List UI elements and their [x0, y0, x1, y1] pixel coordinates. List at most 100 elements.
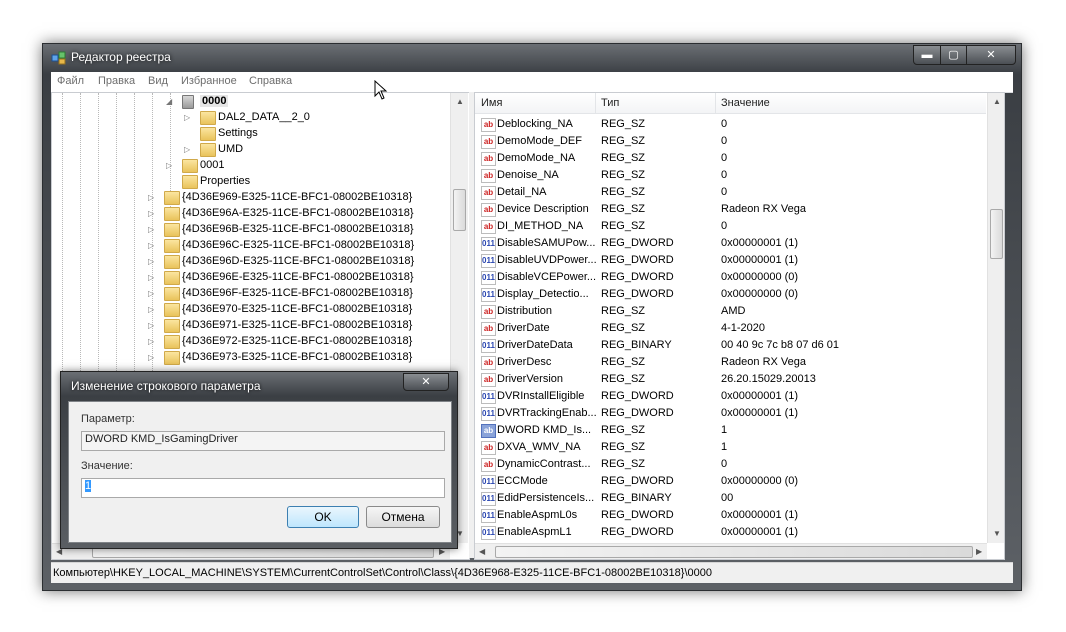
expand-arrow-icon[interactable]: ▷	[166, 161, 174, 170]
value-row[interactable]: 011 EnableAspmL0s REG_DWORD 0x00000001 (1)	[475, 507, 986, 524]
title-bar[interactable]: Редактор реестра ▬ ▢ ✕	[43, 44, 1021, 72]
value-row[interactable]: 011 EnableAspmL1 REG_DWORD 0x00000001 (1)	[475, 524, 986, 541]
dialog-close-button[interactable]: ✕	[403, 373, 449, 391]
value-data: 0	[721, 152, 728, 164]
value-row[interactable]: 011 Display_Detectio... REG_DWORD 0x0000000…	[475, 286, 986, 303]
scroll-left-arrow-icon[interactable]: ◀	[479, 547, 485, 556]
value-data-text: 1	[85, 480, 92, 492]
ok-button[interactable]: OK	[287, 506, 359, 528]
dialog-title: Изменение строкового параметра	[71, 379, 261, 393]
list-scroll-thumb[interactable]	[990, 209, 1003, 259]
expand-arrow-icon[interactable]: ▷	[148, 225, 156, 234]
value-type: REG_DWORD	[601, 271, 674, 283]
value-data: 0	[721, 135, 728, 147]
status-bar: Компьютер\HKEY_LOCAL_MACHINE\SYSTEM\Curr…	[51, 562, 1013, 583]
value-row[interactable]: 011 DriverDateData REG_BINARY 00 40 9c 7c b…	[475, 337, 986, 354]
close-button[interactable]: ✕	[966, 45, 1016, 65]
scroll-up-arrow-icon[interactable]: ▲	[993, 97, 1001, 106]
value-row[interactable]: 011 DVRInstallEligible REG_DWORD 0x00000001…	[475, 388, 986, 405]
tree-item-label: 0001	[200, 159, 225, 171]
regedit-icon	[51, 51, 66, 65]
value-data: 0x00000001 (1)	[721, 526, 799, 538]
value-row[interactable]: ab Distribution REG_SZ AMD	[475, 303, 986, 320]
value-name: DriverDateData	[497, 339, 573, 351]
value-data: 0	[721, 220, 728, 232]
value-row[interactable]: ab Detail_NA REG_SZ 0	[475, 184, 986, 201]
list-horizontal-scrollbar[interactable]: ◀ ▶	[475, 543, 987, 559]
scroll-up-arrow-icon[interactable]: ▲	[456, 97, 464, 106]
status-path: Компьютер\HKEY_LOCAL_MACHINE\SYSTEM\Curr…	[53, 567, 712, 579]
value-row[interactable]: 011 EdidPersistenceIs... REG_BINARY 00	[475, 490, 986, 507]
maximize-button[interactable]: ▢	[940, 45, 967, 65]
menu-help[interactable]: Справка	[249, 75, 292, 87]
value-row[interactable]: 011 DisableSAMUPow... REG_DWORD 0x00000001 …	[475, 235, 986, 252]
value-row[interactable]: ab DriverVersion REG_SZ 26.20.15029.20013	[475, 371, 986, 388]
expand-arrow-icon[interactable]: ▷	[148, 273, 156, 282]
expand-arrow-icon[interactable]: ▷	[148, 257, 156, 266]
column-divider[interactable]	[595, 93, 596, 113]
list-vertical-scrollbar[interactable]: ▲ ▼	[987, 93, 1004, 543]
value-row[interactable]: ab DriverDate REG_SZ 4-1-2020	[475, 320, 986, 337]
value-name: DI_METHOD_NA	[497, 220, 584, 232]
column-divider[interactable]	[715, 93, 716, 113]
menu-favorites[interactable]: Избранное	[181, 75, 237, 87]
expand-arrow-icon[interactable]: ▷	[148, 353, 156, 362]
value-row[interactable]: ab Denoise_NA REG_SZ 0	[475, 167, 986, 184]
expand-arrow-icon[interactable]: ▷	[184, 113, 192, 122]
expand-arrow-icon[interactable]: ▷	[184, 145, 192, 154]
tree-item-label: {4D36E971-E325-11CE-BFC1-08002BE10318}	[182, 319, 413, 331]
value-label: Значение:	[81, 460, 133, 472]
minimize-button[interactable]: ▬	[913, 45, 941, 65]
scroll-right-arrow-icon[interactable]: ▶	[976, 547, 982, 556]
value-type: REG_DWORD	[601, 509, 674, 521]
menu-file[interactable]: Файл	[57, 75, 84, 87]
string-value-icon: ab	[481, 373, 496, 387]
folder-icon	[200, 143, 216, 157]
tree-scroll-thumb[interactable]	[453, 189, 466, 231]
value-row[interactable]: 011 DisableVCEPower... REG_DWORD 0x00000000…	[475, 269, 986, 286]
menu-view[interactable]: Вид	[148, 75, 168, 87]
folder-icon	[182, 95, 194, 109]
collapse-arrow-icon[interactable]: ◢	[166, 97, 174, 106]
value-row[interactable]: ab DynamicContrast... REG_SZ 0	[475, 456, 986, 473]
expand-arrow-icon[interactable]: ▷	[148, 241, 156, 250]
value-row[interactable]: ab DriverDesc REG_SZ Radeon RX Vega	[475, 354, 986, 371]
folder-icon	[164, 255, 180, 269]
menu-bar: Файл Правка Вид Избранное Справка	[51, 72, 1013, 93]
tree-item-label: Properties	[200, 175, 251, 187]
folder-icon	[164, 287, 180, 301]
expand-arrow-icon[interactable]: ▷	[148, 337, 156, 346]
cancel-button[interactable]: Отмена	[366, 506, 440, 528]
value-data: 26.20.15029.20013	[721, 373, 816, 385]
column-value[interactable]: Значение	[721, 97, 770, 109]
string-value-icon: ab	[481, 424, 496, 438]
menu-edit[interactable]: Правка	[98, 75, 135, 87]
expand-arrow-icon[interactable]: ▷	[148, 289, 156, 298]
value-row[interactable]: 011 DisableUVDPower... REG_DWORD 0x00000001…	[475, 252, 986, 269]
tree-item-label: {4D36E969-E325-11CE-BFC1-08002BE10318}	[182, 191, 413, 203]
value-row[interactable]: ab Device Description REG_SZ Radeon RX Vega	[475, 201, 986, 218]
string-value-icon: ab	[481, 441, 496, 455]
value-row[interactable]: ab Deblocking_NA REG_SZ 0	[475, 116, 986, 133]
value-row[interactable]: ab DemoMode_NA REG_SZ 0	[475, 150, 986, 167]
expand-arrow-icon[interactable]: ▷	[148, 193, 156, 202]
value-row[interactable]: ab DI_METHOD_NA REG_SZ 0	[475, 218, 986, 235]
expand-arrow-icon[interactable]: ▷	[148, 209, 156, 218]
edit-string-dialog: Изменение строкового параметра ✕ Парамет…	[60, 371, 458, 549]
expand-arrow-icon[interactable]: ▷	[148, 321, 156, 330]
value-type: REG_DWORD	[601, 288, 674, 300]
value-data-field[interactable]: 1	[81, 478, 445, 498]
value-row[interactable]: ab DemoMode_DEF REG_SZ 0	[475, 133, 986, 150]
scroll-down-arrow-icon[interactable]: ▼	[993, 529, 1001, 538]
column-type[interactable]: Тип	[601, 97, 619, 109]
value-row[interactable]: ab DXVA_WMV_NA REG_SZ 1	[475, 439, 986, 456]
value-row[interactable]: 011 ECCMode REG_DWORD 0x00000000 (0)	[475, 473, 986, 490]
value-row[interactable]: ab DWORD KMD_Is... REG_SZ 1	[475, 422, 986, 439]
value-type: REG_SZ	[601, 135, 646, 147]
column-name[interactable]: Имя	[481, 97, 502, 109]
expand-arrow-icon[interactable]: ▷	[148, 305, 156, 314]
string-value-icon: ab	[481, 220, 496, 234]
value-row[interactable]: 011 DVRTrackingEnab... REG_DWORD 0x00000001…	[475, 405, 986, 422]
list-hscroll-thumb[interactable]	[495, 546, 973, 558]
values-list[interactable]: Имя Тип Значение ab Deblocking_NA REG_SZ 0a…	[474, 92, 1005, 560]
